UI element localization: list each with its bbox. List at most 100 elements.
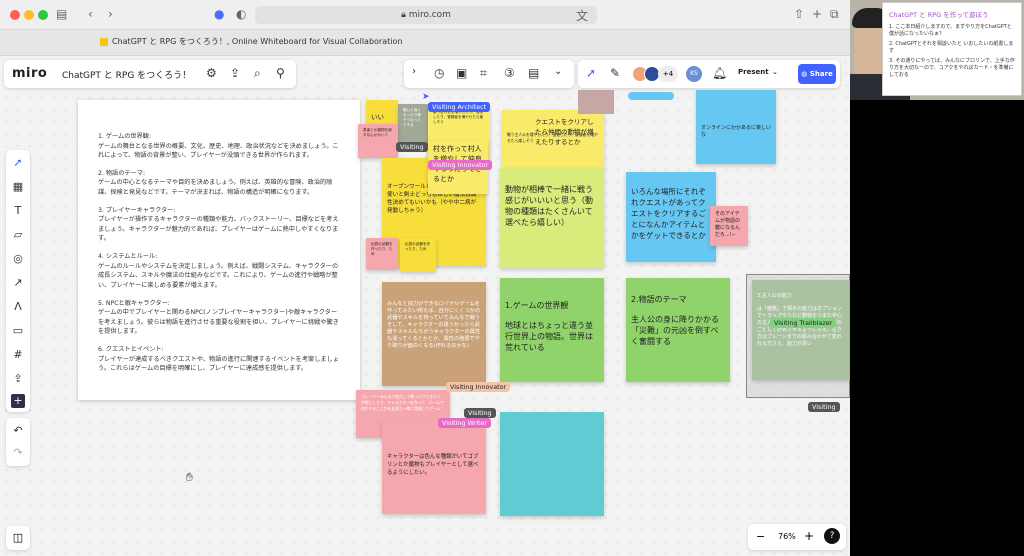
tabs-overview-icon[interactable]: ⧉ xyxy=(830,7,839,22)
extension-icon[interactable]: ● xyxy=(214,7,224,21)
presentation-slide: ChatGPT と RPG を作って遊ぼう 1. ここ本日紹介しますので、まずや… xyxy=(882,2,1022,96)
sticky-note[interactable]: 勇者とか魔物を倒すなんかかいて xyxy=(358,124,398,158)
sticky-note[interactable]: 2.物語のテーマ 主人公の身に降りかかる「災難」の元凶を倒すべく奮闘する xyxy=(626,278,730,382)
share-button[interactable]: ◍ Share xyxy=(798,64,836,84)
undo-icon[interactable]: ↶ xyxy=(11,424,25,438)
doc-section-title: 1. ゲームの世界観: xyxy=(98,133,152,140)
sticky-note-tool-icon[interactable]: ▱ xyxy=(11,228,25,242)
search-icon[interactable]: ⌕ xyxy=(254,66,261,81)
sticky-note[interactable]: 伝説の武器を作ったり、ため xyxy=(366,238,398,270)
export-icon[interactable]: ⇪ xyxy=(230,66,240,80)
present-dropdown-icon[interactable]: ⌄ xyxy=(772,68,778,76)
tool-palette: ➚ ▦ T ▱ ◎ ↗ Ʌ ▭ # ⇪ + xyxy=(6,150,30,412)
address-bar[interactable]: 🔒︎ miro.com xyxy=(255,6,597,24)
sticky-note[interactable]: 伝説の武器を作ったり、ため xyxy=(400,238,436,272)
collaborator-count[interactable]: +4 xyxy=(658,66,678,82)
miro-app: ▤ ‹ › ● ◐ 🔒︎ miro.com 文 ⇧ + ⧉ ChatGPT と … xyxy=(0,0,850,556)
zoom-out-icon[interactable]: − xyxy=(756,530,765,543)
zoom-in-icon[interactable]: + xyxy=(804,529,814,543)
minimize-window-icon[interactable] xyxy=(24,10,34,20)
miro-logo[interactable]: miro xyxy=(12,66,47,81)
sticky-note[interactable]: クエストをクリアしたら仲間の動物が増えたりするとか xyxy=(530,112,602,168)
forward-icon[interactable]: › xyxy=(108,7,113,21)
collaborator-cursor-label: Visiting xyxy=(396,142,428,152)
share-page-icon[interactable]: ⇧ xyxy=(794,7,804,21)
doc-section-body: プレイヤーが操作するキャラクターの種類や能力、バックストーリー、目標などを考えま… xyxy=(98,216,339,243)
cursor-mode-icon[interactable]: ➚ xyxy=(586,66,596,80)
reactions-icon[interactable]: ✎ xyxy=(610,66,620,80)
notes-icon[interactable]: ▤ xyxy=(528,66,539,80)
more-icon[interactable]: ⌄ xyxy=(554,66,562,77)
lock-icon: 🔒︎ xyxy=(401,10,406,20)
redo-icon[interactable]: ↷ xyxy=(11,446,25,460)
maximize-window-icon[interactable] xyxy=(38,10,48,20)
url-text: miro.com xyxy=(408,10,451,20)
bell-icon[interactable]: 🔔︎ xyxy=(712,66,727,80)
slide-line: 2. ChatGPTとそれを相談いたと いおしたいの紙書します xyxy=(889,41,1014,54)
user-avatar[interactable]: KS xyxy=(686,66,702,82)
sticky-note[interactable]: そのアイテムが物語の鍵になるんだろ…!-- xyxy=(710,206,748,246)
board-title[interactable]: ChatGPT と RPG をつくろう！ xyxy=(62,68,191,81)
sticky-text: いろんな場所にそれぞれクエストがあってクエストをクリアするごとになんかアイテムと… xyxy=(631,187,706,240)
sticky-text: 勇者とか魔物を倒すなんかかいて xyxy=(363,128,392,137)
tab-bar: ChatGPT と RPG をつくろう！, Online Whiteboard … xyxy=(0,30,850,56)
expand-icon[interactable]: › xyxy=(412,66,416,77)
sticky-text: クエストをクリアしたら仲間の動物が増えたりするとか xyxy=(535,118,594,146)
doc-section: 6. クエストとイベント: プレイヤーが達成するべきクエストや、物語の進行に関連す… xyxy=(98,345,342,374)
translate-icon[interactable]: 文 xyxy=(576,7,588,24)
sticky-text: オンラインにかかあるに楽しいな xyxy=(701,125,772,138)
sticky-note[interactable]: 動物が相棒で一緒に戦う感じがいいいと思う（動物の種類はたくさんいて選べたら嬉しい… xyxy=(500,168,604,268)
slide-line: 1. ここ本日紹介しますので、まずやり方をChatGPTと僕が話になったいなぁ？ xyxy=(889,24,1012,37)
focus-icon[interactable]: ⌗ xyxy=(480,66,487,81)
sticky-note[interactable]: オンラインにかかあるに楽しいな xyxy=(696,90,776,164)
sidebar-toggle-icon[interactable]: ▤ xyxy=(56,7,67,21)
sticky-text: 伝説の武器を作ったり、ため xyxy=(371,242,393,256)
new-tab-icon[interactable]: + xyxy=(812,7,822,21)
doc-section-body: ゲームの中でプレイヤーと関わるNPC(ノンプレイヤーキャラクター)や敵キャラクタ… xyxy=(98,309,339,336)
shapes-tool-icon[interactable]: ◎ xyxy=(11,252,25,266)
sticky-note[interactable]: 戦いと強くなったり悪そうなったりする xyxy=(398,104,428,144)
sticky-note[interactable] xyxy=(628,92,674,100)
settings-icon[interactable]: ⚙ xyxy=(206,66,217,80)
voting-icon[interactable]: ③ xyxy=(504,66,515,80)
sticky-note[interactable]: いろんな場所にそれぞれクエストがあってクエストをクリアするごとになんかアイテムと… xyxy=(626,172,716,262)
doc-section-body: ゲームのルールやシステムを決定しましょう。例えば、戦闘システム、キャラクターの成… xyxy=(98,262,339,289)
sticky-text: 2.物語のテーマ 主人公の身に降りかかる「災難」の元凶を倒すべく奮闘する xyxy=(631,295,719,346)
shield-icon[interactable]: ◐ xyxy=(236,7,246,21)
present-button[interactable]: Present xyxy=(738,68,769,76)
upload-tool-icon[interactable]: ⇪ xyxy=(11,372,25,386)
cursor-arrow-icon: ➤ xyxy=(422,92,430,102)
card-icon[interactable]: ▣ xyxy=(456,66,467,80)
more-tools-icon[interactable]: + xyxy=(11,394,25,408)
notifications-off-icon[interactable]: ⚲ xyxy=(276,66,285,80)
sticky-text: 戦う主人公を増やしたり、強化したり、冒険者を増やせたら楽しそう xyxy=(433,110,484,124)
collaborator-cursor-label: Visiting Innovator xyxy=(428,160,493,170)
sticky-note[interactable] xyxy=(500,412,604,516)
templates-tool-icon[interactable]: ▦ xyxy=(11,180,25,194)
text-tool-icon[interactable]: T xyxy=(11,204,25,218)
help-icon[interactable]: ? xyxy=(824,528,840,544)
sticky-note[interactable] xyxy=(578,90,614,114)
connector-tool-icon[interactable]: ↗ xyxy=(11,276,25,290)
browser-tab[interactable]: ChatGPT と RPG をつくろう！, Online Whiteboard … xyxy=(100,36,402,47)
text-document[interactable]: 1. ゲームの世界観: ゲームの舞台となる世界の概要、文化、歴史、地理、政治状況な… xyxy=(78,100,360,400)
doc-section: 3. プレイヤーキャラクター: プレイヤーが操作するキャラクターの種類や能力、バッ… xyxy=(98,206,342,244)
pen-tool-icon[interactable]: Ʌ xyxy=(11,300,25,314)
sticky-note[interactable]: みんなと協力ができるロイヤルゲームを作ってみたい例えば、自分にくくつかの武器やス… xyxy=(382,282,486,386)
select-tool-icon[interactable]: ➚ xyxy=(11,156,25,170)
sticky-note[interactable]: 1.ゲームの世界観 地球とはちょっと違う並行世界上の物語。世界は荒れている xyxy=(500,278,604,382)
panel-toggle-icon[interactable]: ◫ xyxy=(6,526,30,550)
doc-section-body: ゲームの舞台となる世界の概要、文化、歴史、地理、政治状況などを決めましょう。これ… xyxy=(98,142,339,160)
timer-icon[interactable]: ◷ xyxy=(434,66,444,80)
frame-tool-icon[interactable]: # xyxy=(11,348,25,362)
sticky-text: 伝説の武器を作ったり、ため xyxy=(405,242,431,251)
close-window-icon[interactable] xyxy=(10,10,20,20)
comment-tool-icon[interactable]: ▭ xyxy=(11,324,25,338)
zoom-level[interactable]: 76% xyxy=(778,532,796,541)
collaborator-cursor-label: Visiting xyxy=(808,402,840,412)
sticky-note[interactable]: キャラクターは色んな種類がいてゴブリンとか魔物もプレイヤーとして選べるようにした… xyxy=(382,420,486,514)
back-icon[interactable]: ‹ xyxy=(88,7,93,21)
sticky-note[interactable]: 3.主人公の能力 は「魔獣」で相手の能力はオプションでトラップやうなど動物をつま… xyxy=(752,280,850,380)
collaborator-cursor-label: Visiting Trailblazer xyxy=(770,318,837,328)
doc-section: 1. ゲームの世界観: ゲームの舞台となる世界の概要、文化、歴史、地理、政治状況な… xyxy=(98,132,342,161)
